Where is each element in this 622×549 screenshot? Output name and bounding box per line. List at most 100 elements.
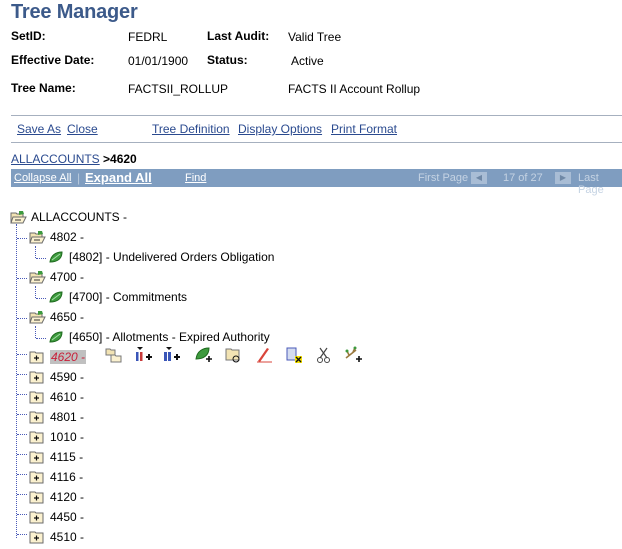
tree-node-label[interactable]: 1010 - bbox=[50, 430, 84, 444]
tree-definition-link[interactable]: Tree Definition bbox=[152, 122, 230, 136]
tree-connector bbox=[35, 286, 36, 298]
tree-node-label[interactable]: 4590 - bbox=[50, 370, 84, 384]
print-format-link[interactable]: Print Format bbox=[331, 122, 397, 136]
tree-node-label[interactable]: 4801 - bbox=[50, 410, 84, 424]
expand-folder-icon[interactable] bbox=[29, 470, 46, 484]
setid-value: FEDRL bbox=[128, 30, 168, 44]
tree-connector bbox=[35, 246, 36, 258]
tree-connector bbox=[17, 318, 27, 319]
tree-connector bbox=[17, 238, 27, 239]
leaf-icon[interactable] bbox=[48, 250, 65, 264]
tree-node[interactable]: 4590 - bbox=[29, 367, 84, 387]
left-arrow-icon: ◀ bbox=[475, 173, 483, 182]
tree-node-label[interactable]: 4510 - bbox=[50, 530, 84, 544]
edit-node-icon[interactable] bbox=[254, 346, 274, 364]
collapse-all-link[interactable]: Collapse All bbox=[14, 172, 71, 184]
tree-connector bbox=[17, 374, 27, 375]
tree-node[interactable]: 4620 - bbox=[29, 347, 87, 367]
tree-node[interactable]: 4510 - bbox=[29, 527, 84, 547]
leaf-icon[interactable] bbox=[48, 290, 65, 304]
tree-node-label[interactable]: 4700 - bbox=[50, 270, 84, 284]
expand-folder-icon[interactable] bbox=[29, 490, 46, 504]
separator: | bbox=[77, 171, 81, 185]
insert-child-node-icon[interactable] bbox=[134, 346, 154, 364]
delete-node-icon[interactable] bbox=[284, 346, 304, 364]
expand-folder-icon[interactable] bbox=[29, 450, 46, 464]
tree-description: FACTS II Account Rollup bbox=[288, 82, 421, 96]
expand-folder-icon[interactable] bbox=[29, 430, 46, 444]
tree-navigation-bar: Collapse All | Expand All Find First Pag… bbox=[11, 169, 622, 196]
tree-leaf[interactable]: [4700] - Commitments bbox=[48, 287, 187, 307]
expand-folder-icon[interactable] bbox=[29, 390, 46, 404]
effective-date-value: 01/01/1900 bbox=[128, 54, 189, 68]
leaf-icon[interactable] bbox=[48, 330, 65, 344]
tree-node[interactable]: 4700 - bbox=[29, 267, 84, 287]
tree-node[interactable]: 4450 - bbox=[29, 507, 84, 527]
cut-paste-node-icon[interactable] bbox=[224, 346, 244, 364]
tree-connector bbox=[36, 338, 46, 339]
tree-node-label[interactable]: 4650 - bbox=[50, 310, 84, 324]
tree-node-label[interactable]: 4120 - bbox=[50, 490, 84, 504]
open-folder-icon[interactable] bbox=[29, 270, 46, 284]
last-audit-value: Valid Tree bbox=[288, 30, 342, 44]
tree-node-label[interactable]: 4116 - bbox=[50, 470, 83, 484]
cut-icon[interactable] bbox=[314, 346, 334, 364]
expand-folder-icon[interactable] bbox=[29, 410, 46, 424]
insert-child-node-below-icon[interactable] bbox=[162, 346, 182, 364]
tree-node[interactable]: 1010 - bbox=[29, 427, 84, 447]
display-options-link[interactable]: Display Options bbox=[238, 122, 322, 136]
tree-node-label[interactable]: ALLACCOUNTS - bbox=[31, 210, 127, 224]
tree-leaf[interactable]: [4802] - Undelivered Orders Obligation bbox=[48, 247, 274, 267]
tree-node-label[interactable]: [4700] - Commitments bbox=[69, 290, 187, 304]
expand-all-link[interactable]: Expand All bbox=[85, 170, 152, 185]
tree-node-label[interactable]: 4115 - bbox=[50, 450, 83, 464]
save-as-link[interactable]: Save As bbox=[17, 122, 61, 136]
effective-date-label: Effective Date: bbox=[11, 53, 95, 67]
setid-label: SetID: bbox=[11, 29, 46, 43]
tree-node[interactable]: 4115 - bbox=[29, 447, 83, 467]
right-arrow-icon: ▶ bbox=[559, 173, 567, 182]
expand-folder-icon[interactable] bbox=[29, 370, 46, 384]
tree-node[interactable]: 4801 - bbox=[29, 407, 84, 427]
tree-connector bbox=[16, 224, 17, 538]
insert-sibling-node-icon[interactable] bbox=[104, 346, 124, 364]
first-page-link[interactable]: First Page bbox=[418, 172, 468, 184]
tree-node-label[interactable]: [4802] - Undelivered Orders Obligation bbox=[69, 250, 274, 264]
insert-branch-icon[interactable] bbox=[344, 346, 364, 364]
open-folder-icon[interactable] bbox=[29, 230, 46, 244]
tree-leaf[interactable]: [4650] - Allotments - Expired Authority bbox=[48, 327, 270, 347]
divider bbox=[11, 142, 622, 143]
status-label: Status: bbox=[207, 53, 248, 67]
find-link[interactable]: Find bbox=[185, 172, 206, 184]
tree-node[interactable]: 4802 - bbox=[29, 227, 84, 247]
tree-name-label: Tree Name: bbox=[11, 81, 76, 95]
tree-node-label[interactable]: 4610 - bbox=[50, 390, 84, 404]
last-page-link[interactable]: Last Page bbox=[578, 172, 622, 196]
expand-folder-icon[interactable] bbox=[29, 530, 46, 544]
breadcrumb-root-link[interactable]: ALLACCOUNTS bbox=[11, 152, 100, 166]
tree-connector bbox=[17, 278, 27, 279]
page-indicator: 17 of 27 bbox=[503, 172, 543, 184]
insert-detail-icon[interactable] bbox=[194, 346, 214, 364]
tree-node[interactable]: 4120 - bbox=[29, 487, 84, 507]
open-folder-icon[interactable] bbox=[29, 310, 46, 324]
tree-node-label[interactable]: [4650] - Allotments - Expired Authority bbox=[69, 330, 270, 344]
tree-node[interactable]: 4610 - bbox=[29, 387, 84, 407]
close-link[interactable]: Close bbox=[67, 122, 98, 136]
tree-node-label[interactable]: 4450 - bbox=[50, 510, 84, 524]
tree-node[interactable]: 4650 - bbox=[29, 307, 84, 327]
expand-folder-icon[interactable] bbox=[29, 350, 46, 364]
previous-page-button[interactable]: ◀ bbox=[471, 172, 487, 184]
next-page-button[interactable]: ▶ bbox=[555, 172, 571, 184]
tree-node-label[interactable]: 4802 - bbox=[50, 230, 84, 244]
tree-node-label[interactable]: 4620 - bbox=[50, 350, 87, 364]
open-folder-icon bbox=[10, 211, 27, 224]
page-title: Tree Manager bbox=[11, 1, 138, 23]
expand-folder-icon[interactable] bbox=[29, 510, 46, 524]
tree-root-node[interactable]: ALLACCOUNTS - bbox=[10, 207, 127, 227]
tree-connector bbox=[17, 434, 27, 435]
tree-node[interactable]: 4116 - bbox=[29, 467, 83, 487]
last-audit-label: Last Audit: bbox=[207, 29, 270, 43]
divider bbox=[11, 115, 622, 116]
tree-connector bbox=[17, 354, 27, 355]
